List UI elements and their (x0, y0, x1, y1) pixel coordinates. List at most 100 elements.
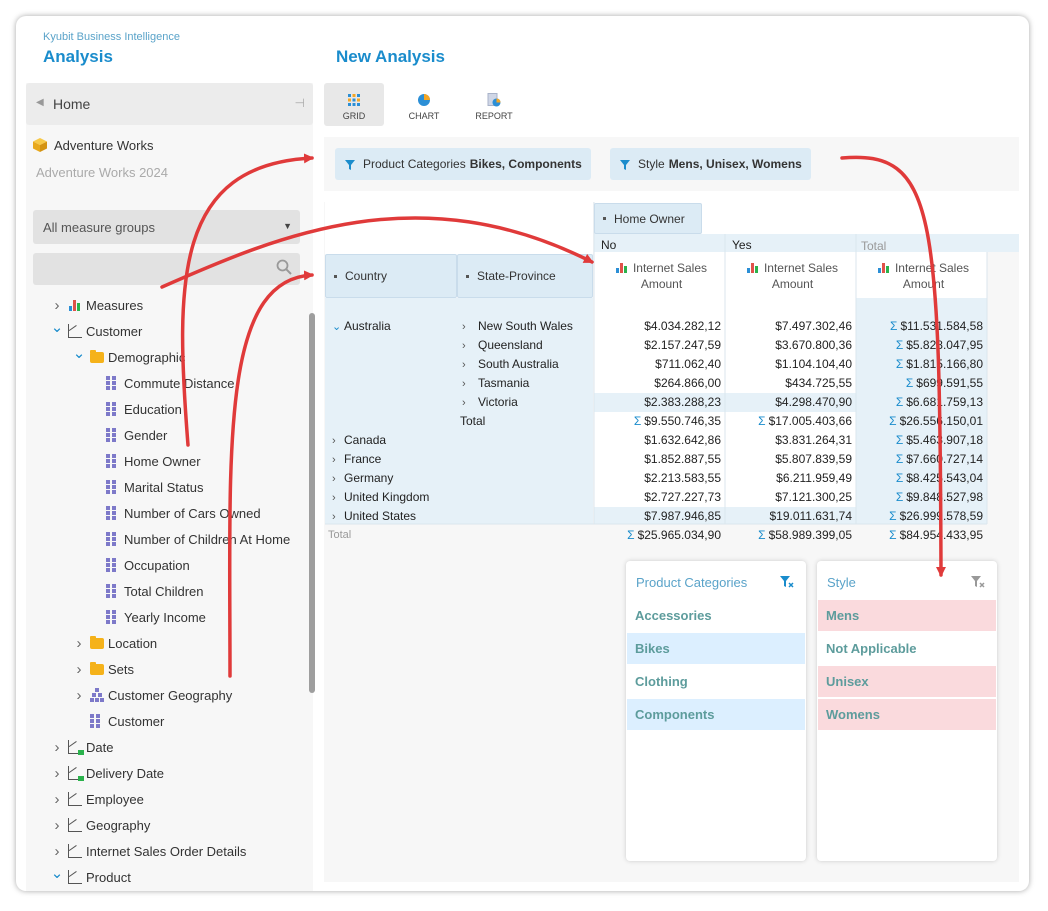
chevron-down-icon[interactable]: ⌄ (72, 344, 86, 362)
tree-item[interactable]: › Measures (50, 295, 144, 315)
chevron-right-icon[interactable]: › (72, 661, 86, 678)
column-member-yes[interactable]: Yes (732, 238, 752, 252)
row-member-country[interactable]: › Canada (332, 433, 386, 447)
slicer-item[interactable]: Bikes (627, 633, 805, 664)
tree-item[interactable]: › Sets (72, 659, 135, 679)
report-view-button[interactable]: REPORT (464, 83, 524, 126)
value-cell[interactable]: Σ $1.815.166,80 (863, 357, 983, 371)
value-cell[interactable]: $711.062,40 (601, 357, 721, 371)
measure-header[interactable]: Internet Sales Amount (727, 260, 858, 292)
value-cell[interactable]: Σ $9.550.746,35 (601, 414, 721, 428)
slicer-item[interactable]: Clothing (627, 666, 805, 697)
row-member-country[interactable]: › France (332, 452, 381, 466)
chevron-right-icon[interactable]: › (462, 397, 474, 409)
tree-item[interactable]: Education (88, 399, 182, 419)
tree-item[interactable]: › Delivery Date (50, 763, 165, 783)
tree-item[interactable]: › Date (50, 737, 114, 757)
chevron-down-icon[interactable]: ⌄ (50, 318, 64, 336)
chevron-right-icon[interactable]: › (50, 739, 64, 756)
chevron-right-icon[interactable]: › (462, 340, 474, 352)
column-member-no[interactable]: No (601, 238, 616, 252)
value-cell[interactable]: Σ $7.660.727,14 (863, 452, 983, 466)
tree-item[interactable]: › Internet Sales Order Details (50, 841, 247, 861)
measure-header[interactable]: Internet Sales Amount (858, 260, 989, 292)
tree-item[interactable]: Customer (72, 711, 164, 731)
chevron-right-icon[interactable]: › (462, 378, 474, 390)
tree-item[interactable]: › Employee (50, 789, 144, 809)
slicer-item[interactable]: Not Applicable (818, 633, 996, 664)
tree-item[interactable]: Number of Children At Home (88, 529, 290, 549)
slicer-item[interactable]: Components (627, 699, 805, 730)
chevron-right-icon[interactable]: › (50, 817, 64, 834)
value-cell[interactable]: Σ $58.989.399,05 (732, 528, 852, 542)
chevron-right-icon[interactable]: › (50, 765, 64, 782)
pin-icon[interactable]: ⊣ (295, 96, 305, 110)
chevron-right-icon[interactable]: › (72, 687, 86, 704)
row-header-state-province[interactable]: State-Province (457, 254, 593, 298)
column-dimension-header[interactable]: Home Owner (594, 203, 702, 234)
value-cell[interactable]: Σ $84.954.433,95 (863, 528, 983, 542)
tree-item[interactable]: › Location (72, 633, 158, 653)
value-cell[interactable]: Σ $26.999.578,59 (863, 509, 983, 523)
tree-item[interactable]: Occupation (88, 555, 190, 575)
chevron-right-icon[interactable]: › (50, 297, 64, 314)
chevron-down-icon[interactable]: ⌄ (332, 320, 344, 333)
value-cell[interactable]: Σ $25.965.034,90 (601, 528, 721, 542)
tree-item[interactable]: ⌄ Demographic (72, 344, 186, 367)
value-cell[interactable]: $2.213.583,55 (601, 471, 721, 485)
value-cell[interactable]: Σ $17.005.403,66 (732, 414, 852, 428)
value-cell[interactable]: $7.497.302,46 (732, 319, 852, 333)
tree-item[interactable]: › Customer Geography (72, 685, 233, 705)
value-cell[interactable]: $6.211.959,49 (732, 471, 852, 485)
value-cell[interactable]: $7.987.946,85 (601, 509, 721, 523)
tree-item[interactable]: Home Owner (88, 451, 201, 471)
back-arrow-icon[interactable]: ◀ (36, 97, 44, 108)
slicer-item[interactable]: Mens (818, 600, 996, 631)
value-cell[interactable]: $1.852.887,55 (601, 452, 721, 466)
value-cell[interactable]: $2.383.288,23 (601, 395, 721, 409)
value-cell[interactable]: $4.034.282,12 (601, 319, 721, 333)
clear-filter-icon[interactable] (971, 576, 985, 588)
chevron-down-icon[interactable]: ⌄ (50, 864, 64, 882)
value-cell[interactable]: Σ $5.828.047,95 (863, 338, 983, 352)
tree-item[interactable]: Yearly Income (88, 607, 206, 627)
value-cell[interactable]: Σ $8.425.543,04 (863, 471, 983, 485)
search-input[interactable] (39, 259, 269, 279)
chevron-right-icon[interactable]: › (462, 359, 474, 371)
measure-group-select[interactable]: All measure groups ▼ (33, 210, 300, 244)
value-cell[interactable]: $5.807.839,59 (732, 452, 852, 466)
row-member-state[interactable]: › Victoria (462, 395, 518, 409)
row-member-state[interactable]: › New South Wales (462, 319, 573, 333)
clear-filter-icon[interactable] (780, 576, 794, 588)
value-cell[interactable]: Σ $9.848.527,98 (863, 490, 983, 504)
chart-view-button[interactable]: CHART (394, 83, 454, 126)
filter-chip-product-categories[interactable]: Product Categories Bikes, Components (335, 148, 591, 180)
home-bar[interactable]: ◀ Home ⊣ (26, 83, 313, 125)
tree-item[interactable]: ⌄ Product (50, 864, 131, 887)
tree-item[interactable]: Total Children (88, 581, 204, 601)
value-cell[interactable]: Σ $699.591,55 (863, 376, 983, 390)
chevron-right-icon[interactable]: › (50, 843, 64, 860)
row-header-country[interactable]: Country (325, 254, 457, 298)
row-member-country[interactable]: › Germany (332, 471, 393, 485)
chevron-right-icon[interactable]: › (332, 473, 344, 485)
tree-item[interactable]: Commute Distance (88, 373, 235, 393)
tree-item[interactable]: › Geography (50, 815, 151, 835)
value-cell[interactable]: $3.831.264,31 (732, 433, 852, 447)
slicer-item[interactable]: Womens (818, 699, 996, 730)
value-cell[interactable]: Σ $5.463.907,18 (863, 433, 983, 447)
row-member-country[interactable]: › United Kingdom (332, 490, 429, 504)
chevron-right-icon[interactable]: › (332, 435, 344, 447)
slicer-item[interactable]: Accessories (627, 600, 805, 631)
value-cell[interactable]: Σ $26.556.150,01 (863, 414, 983, 428)
value-cell[interactable]: Σ $11.531.584,58 (863, 319, 983, 333)
row-member-country[interactable]: › United States (332, 509, 416, 523)
value-cell[interactable]: $2.157.247,59 (601, 338, 721, 352)
value-cell[interactable]: $1.104.104,40 (732, 357, 852, 371)
value-cell[interactable]: $19.011.631,74 (732, 509, 852, 523)
value-cell[interactable]: $4.298.470,90 (732, 395, 852, 409)
chevron-right-icon[interactable]: › (332, 511, 344, 523)
value-cell[interactable]: $2.727.227,73 (601, 490, 721, 504)
row-member-australia[interactable]: ⌄ Australia (332, 319, 391, 333)
chevron-right-icon[interactable]: › (462, 321, 474, 333)
